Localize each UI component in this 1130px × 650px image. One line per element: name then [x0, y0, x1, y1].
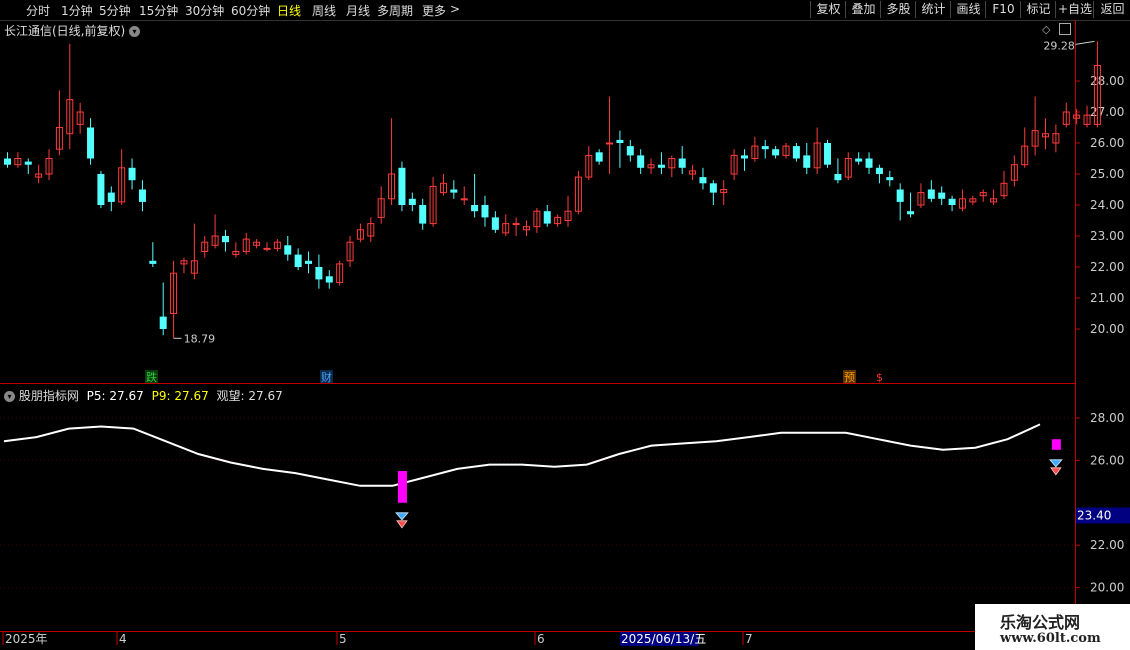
candle-body	[834, 174, 842, 181]
event-marker-3: $	[876, 371, 883, 384]
low-price-label: 18.79	[184, 332, 216, 345]
event-marker-0: 跌	[146, 370, 157, 384]
price-tick-label: 28.00	[1090, 74, 1124, 88]
candle-body	[792, 146, 800, 159]
indicator-tick-label: 22.00	[1090, 538, 1124, 552]
candle-body	[263, 247, 271, 250]
candle-body	[138, 189, 146, 202]
candle-body	[491, 217, 499, 230]
event-marker-1: 财	[321, 370, 332, 384]
candle-body	[128, 167, 136, 181]
candle-body	[294, 254, 302, 267]
highlighted-date: 2025/06/13/五	[621, 632, 706, 646]
current-value-label: 23.40	[1077, 509, 1111, 523]
chart-area[interactable]: 28.00 27.00 26.00 25.00 24.00 23.00 22.00 21.00…	[0, 0, 1130, 650]
candle-body	[772, 149, 780, 156]
candle-body	[315, 267, 323, 280]
candle-body	[875, 167, 883, 174]
red-diamond-icon	[1050, 467, 1062, 476]
indicator-line	[3, 423, 1041, 487]
price-tick-label: 21.00	[1090, 291, 1124, 305]
candle-body	[938, 192, 946, 199]
time-label-2: 5	[339, 632, 347, 646]
candle-body	[460, 198, 468, 201]
candle-body	[865, 158, 873, 168]
candle-body	[543, 211, 551, 224]
price-tick-label: 26.00	[1090, 136, 1124, 150]
candle-body	[927, 189, 935, 199]
signal-bar	[397, 471, 407, 503]
candle-body	[907, 211, 915, 215]
watermark-title: 乐淘公式网	[1000, 613, 1081, 632]
indicator-tick-label: 28.00	[1090, 411, 1124, 425]
candle-body	[616, 139, 624, 143]
price-tick-label: 22.00	[1090, 260, 1124, 274]
candle-body	[606, 142, 614, 145]
blue-diamond-icon	[1049, 459, 1063, 468]
red-diamond-icon	[396, 520, 408, 529]
candle-body	[886, 177, 894, 181]
time-label-4: 7	[745, 632, 753, 646]
candle-body	[4, 158, 11, 165]
candle-body	[761, 146, 769, 150]
candle-body	[699, 177, 707, 184]
time-label-3: 6	[537, 632, 545, 646]
high-arrow-line	[1075, 40, 1095, 45]
candle-body	[450, 189, 458, 193]
candle-body	[107, 192, 115, 202]
indicator-tick-label: 26.00	[1090, 453, 1124, 467]
candle-body	[149, 260, 157, 264]
candle-body	[97, 174, 105, 205]
candle-body	[159, 316, 167, 329]
candle-body	[678, 158, 686, 168]
candle-body	[398, 167, 406, 205]
candle-body	[221, 236, 229, 243]
candle-body	[471, 205, 479, 212]
signal-bar	[1051, 439, 1061, 450]
candle-body	[512, 223, 520, 226]
candle-body	[657, 164, 665, 168]
candle-body	[325, 276, 333, 283]
candle-body	[595, 152, 603, 162]
price-tick-label: 25.00	[1090, 167, 1124, 181]
candle-body	[305, 260, 313, 264]
high-price-label: 29.28	[1043, 39, 1075, 52]
candle-body	[803, 155, 811, 168]
candle-body	[740, 155, 748, 159]
price-tick-label: 23.00	[1090, 229, 1124, 243]
price-tick-label: 24.00	[1090, 198, 1124, 212]
candle-body	[824, 143, 832, 165]
candle-body	[855, 158, 863, 162]
candle-body	[284, 245, 292, 255]
time-label-0: 2025年	[5, 632, 48, 646]
candle-body	[709, 183, 717, 193]
candle-body	[481, 205, 489, 218]
candle-body	[637, 155, 645, 168]
candle-body	[24, 161, 32, 165]
time-label-1: 4	[119, 632, 127, 646]
price-tick-label: 20.00	[1090, 322, 1124, 336]
candle-body	[896, 189, 904, 202]
watermark-url: www.60lt.com	[1000, 631, 1101, 646]
candle-body	[419, 205, 427, 224]
candle-body	[408, 198, 416, 205]
indicator-tick-label: 20.00	[1090, 581, 1124, 595]
blue-diamond-icon	[395, 512, 409, 521]
candle-body	[948, 198, 956, 205]
candle-body	[626, 146, 634, 156]
candle-body	[87, 127, 95, 159]
price-tick-label: 27.00	[1090, 105, 1124, 119]
event-marker-2: 预	[844, 371, 855, 384]
